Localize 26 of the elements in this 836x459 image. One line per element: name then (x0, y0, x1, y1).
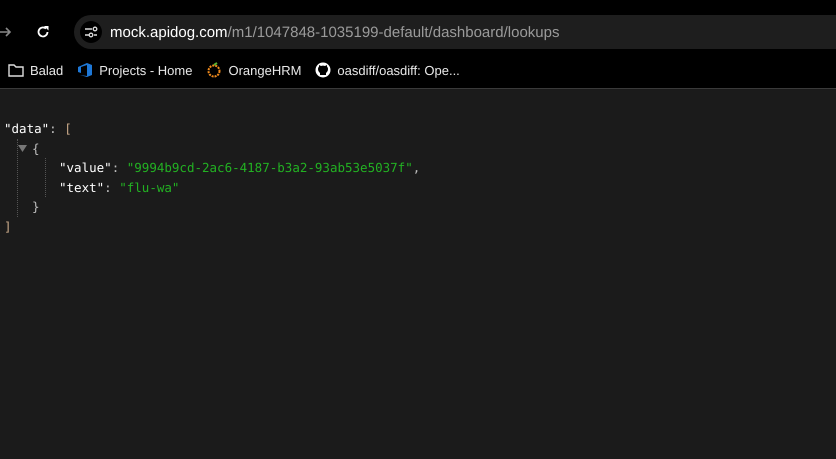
bookmark-link[interactable]: Balad (8, 62, 64, 78)
address-bar[interactable]: mock.apidog.com/m1/1047848-1035199-default/dashboard/lookups (74, 15, 836, 49)
folder-icon (8, 63, 24, 77)
json-punctuation: { (32, 140, 40, 158)
json-string: "9994b9cd-2ac6-4187-b3a2-93ab53e5037f" (126, 159, 413, 177)
json-punctuation: : (104, 178, 113, 196)
reload-icon[interactable] (36, 25, 50, 39)
fruit-icon (206, 62, 222, 78)
json-punctuation: } (32, 198, 40, 216)
json-punctuation: : (112, 159, 120, 177)
bookmark-link[interactable]: Projects - Home (77, 62, 192, 78)
bookmark-link[interactable]: OrangeHRM (206, 62, 302, 78)
json-key: "data" (4, 119, 50, 138)
json-bracket: ] (4, 218, 12, 236)
forward-arrow-icon[interactable] (0, 26, 12, 38)
bookmark-link[interactable]: oasdiff/oasdiff: Ope... (315, 62, 460, 78)
json-key: "text" (59, 178, 104, 197)
json-punctuation: , (412, 159, 420, 177)
github-icon (315, 62, 332, 78)
json-string: "flu-wa" (119, 178, 180, 196)
collapse-triangle-icon[interactable] (18, 144, 27, 152)
json-punctuation: : (49, 120, 58, 138)
json-bracket: [ (64, 120, 72, 138)
site-settings-icon[interactable] (80, 21, 102, 43)
url-text: mock.apidog.com/m1/1047848-1035199-default/dashboard/lookups (110, 24, 560, 40)
json-key: "value" (59, 158, 112, 178)
